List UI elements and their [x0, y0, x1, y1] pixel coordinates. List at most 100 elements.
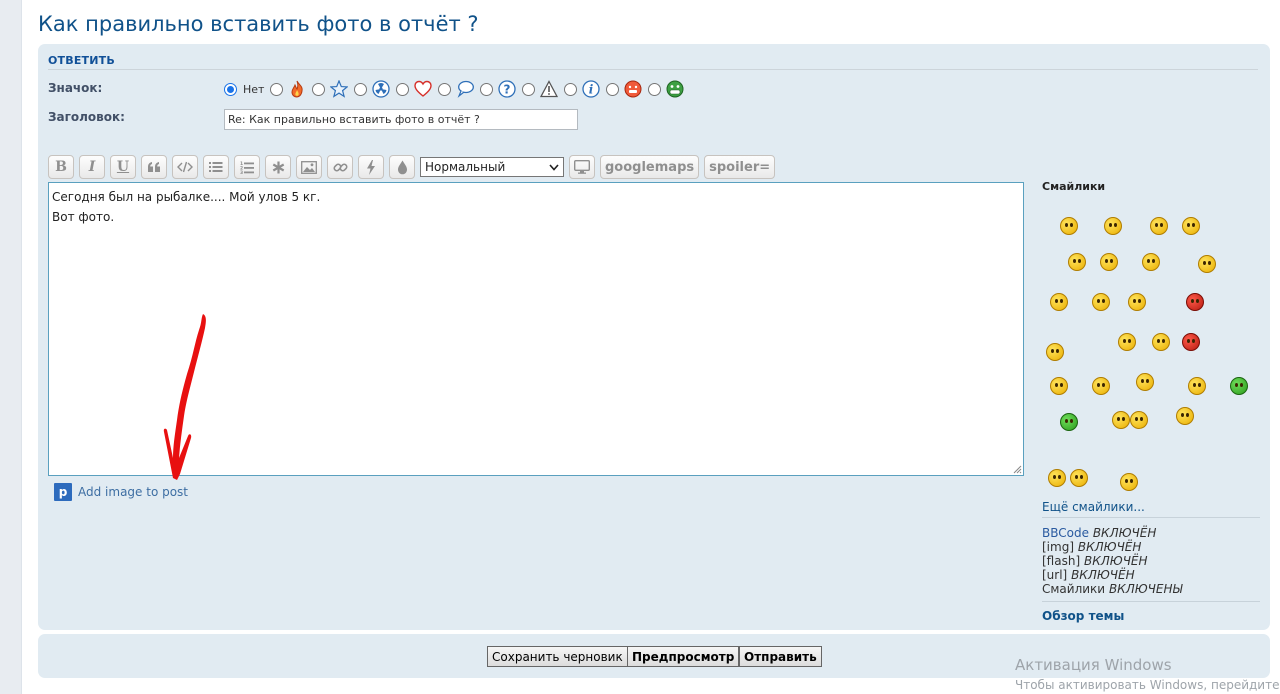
shouting-smiley-icon[interactable] [1182, 333, 1200, 351]
icon-heart-radio[interactable] [396, 82, 410, 96]
code-button[interactable] [172, 155, 198, 179]
image-button[interactable] [296, 155, 322, 179]
icon-option-sad[interactable] [606, 80, 642, 98]
smiley-icon[interactable] [1092, 293, 1110, 311]
green-smiley-icon[interactable] [1060, 413, 1078, 431]
icon-option-grin[interactable] [648, 80, 684, 98]
icon-fire-radio[interactable] [270, 82, 284, 96]
svg-text:?: ? [504, 83, 511, 97]
link-icon [332, 162, 348, 172]
smiley-icon[interactable] [1112, 411, 1130, 429]
green-smiley-icon[interactable] [1230, 377, 1248, 395]
icon-option-speech[interactable] [438, 80, 475, 98]
smiley-icon[interactable] [1092, 377, 1110, 395]
bbcode-status-item: [url] ВКЛЮЧЁН [1042, 568, 1182, 582]
monitor-icon [574, 160, 590, 174]
icon-option-heart[interactable] [396, 80, 433, 98]
radiation-icon [372, 80, 391, 98]
smiley-icon[interactable] [1050, 293, 1068, 311]
add-image-label: Add image to post [78, 485, 189, 499]
flash-button[interactable] [358, 155, 384, 179]
preview-button[interactable]: Предпросмотр [627, 646, 740, 667]
bbcode-status-item: BBCode ВКЛЮЧЁН [1042, 526, 1182, 540]
icon-sad-radio[interactable] [606, 82, 620, 96]
icon-option-star[interactable] [312, 80, 349, 98]
smiley-icon[interactable] [1068, 253, 1086, 271]
icon-option-none[interactable]: Нет [224, 82, 265, 96]
resize-grip-icon[interactable] [1012, 464, 1022, 474]
smiley-icon[interactable] [1128, 293, 1146, 311]
asterisk-icon [272, 161, 284, 173]
smileys-status-value: ВКЛЮЧЕНЫ [1108, 582, 1183, 596]
smiley-icon[interactable] [1136, 373, 1154, 391]
list-item-button[interactable] [265, 155, 291, 179]
icon-star-radio[interactable] [312, 82, 326, 96]
icon-question-radio[interactable] [480, 82, 494, 96]
icon-option-info[interactable]: i [564, 80, 601, 98]
link-button[interactable] [327, 155, 353, 179]
video-button[interactable] [569, 155, 595, 179]
smiley-icon[interactable] [1182, 217, 1200, 235]
topic-overview-link[interactable]: Обзор темы [1042, 609, 1124, 623]
bbcode-status-item: [img] ВКЛЮЧЁН [1042, 540, 1182, 554]
icon-none-label: Нет [243, 82, 265, 96]
numbered-list-button[interactable]: 123 [234, 155, 260, 179]
underline-button[interactable]: U [110, 155, 136, 179]
icon-warning-radio[interactable] [522, 82, 536, 96]
icon-option-warning[interactable] [522, 80, 559, 98]
icon-info-radio[interactable] [564, 82, 578, 96]
grin-face-icon [666, 80, 684, 98]
heart-icon [414, 80, 433, 98]
bbcode-link[interactable]: BBCode [1042, 526, 1089, 540]
subject-input[interactable] [224, 109, 578, 130]
smiley-icon[interactable] [1198, 255, 1216, 273]
save-draft-button[interactable]: Сохранить черновик [487, 646, 628, 667]
italic-button[interactable]: I [79, 155, 105, 179]
more-smileys-link[interactable]: Ещё смайлики... [1042, 500, 1145, 514]
smileys-title: Смайлики [1042, 180, 1106, 193]
add-image-link[interactable]: p Add image to post [54, 483, 188, 501]
color-button[interactable] [389, 155, 415, 179]
watermark-title: Активация Windows [1015, 656, 1172, 674]
smiley-icon[interactable] [1176, 407, 1194, 425]
icon-option-radiation[interactable] [354, 80, 391, 98]
svg-text:i: i [589, 83, 594, 97]
lightning-icon [367, 159, 375, 175]
icon-radiation-radio[interactable] [354, 82, 368, 96]
smiley-icon[interactable] [1142, 253, 1160, 271]
list-icon [209, 162, 223, 172]
quote-button[interactable] [141, 155, 167, 179]
icon-speech-radio[interactable] [438, 82, 452, 96]
fire-icon [288, 80, 306, 98]
smiley-icon[interactable] [1188, 377, 1206, 395]
bold-button[interactable]: B [48, 155, 74, 179]
devil-smiley-icon[interactable] [1186, 293, 1204, 311]
smiley-icon[interactable] [1120, 473, 1138, 491]
list-button[interactable] [203, 155, 229, 179]
smiley-icon[interactable] [1104, 217, 1122, 235]
googlemaps-button[interactable]: googlemaps [600, 155, 700, 179]
warning-icon [540, 80, 559, 98]
smiley-icon[interactable] [1150, 217, 1168, 235]
icon-grin-radio[interactable] [648, 82, 662, 96]
page-title: Как правильно вставить фото в отчёт ? [38, 12, 479, 36]
smiley-icon[interactable] [1152, 333, 1170, 351]
font-size-value: Нормальный [425, 160, 506, 174]
quote-icon [148, 162, 160, 172]
icon-option-question[interactable]: ? [480, 80, 517, 98]
spoiler-button[interactable]: spoiler= [704, 155, 776, 179]
sleeping-smiley-icon[interactable] [1118, 333, 1136, 351]
font-size-select[interactable]: Нормальный [420, 157, 564, 177]
smiley-icon[interactable] [1060, 217, 1078, 235]
question-icon: ? [498, 80, 517, 98]
send-button[interactable]: Отправить [739, 646, 822, 667]
italic-icon: I [88, 159, 96, 175]
smiley-icon[interactable] [1130, 411, 1148, 429]
icon-option-fire[interactable] [270, 80, 306, 98]
smiley-icon[interactable] [1048, 469, 1066, 487]
icon-none-radio[interactable] [224, 82, 237, 96]
smiley-icon[interactable] [1100, 253, 1118, 271]
smiley-icon[interactable] [1050, 377, 1068, 395]
smiley-icon[interactable] [1046, 343, 1064, 361]
smiley-icon[interactable] [1070, 469, 1088, 487]
